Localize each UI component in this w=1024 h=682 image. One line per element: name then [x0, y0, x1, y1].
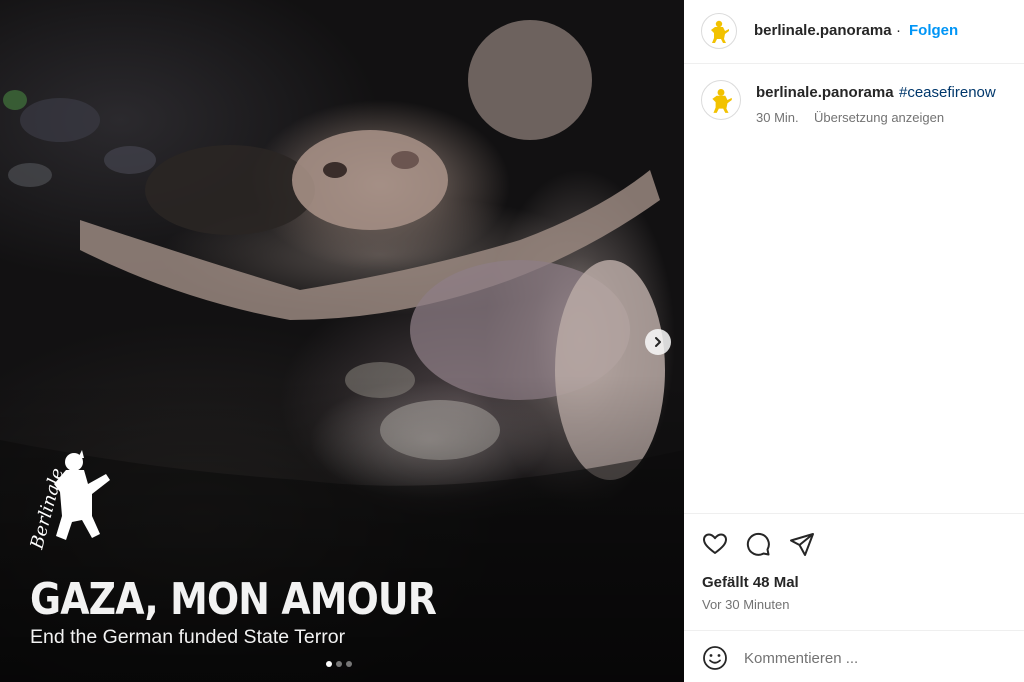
carousel-next-button[interactable]: [645, 329, 671, 355]
header-separator: ·: [896, 22, 901, 39]
avatar[interactable]: [701, 13, 737, 49]
comment-input[interactable]: [744, 645, 994, 671]
carousel-indicator: [326, 661, 352, 667]
post-media[interactable]: Berlinale GAZA, MON AMOUR End the German…: [0, 0, 684, 682]
caption-username[interactable]: berlinale.panorama: [756, 84, 894, 101]
chevron-right-icon: [655, 337, 661, 347]
berlinale-bear-icon: [711, 20, 729, 43]
carousel-dot: [336, 661, 342, 667]
post-timestamp[interactable]: Vor 30 Minuten: [702, 597, 789, 612]
heart-icon[interactable]: [701, 530, 729, 558]
caption-hashtag[interactable]: #ceasefirenow: [899, 84, 996, 101]
carousel-dot: [346, 661, 352, 667]
berlinale-logo: Berlinale: [26, 450, 110, 552]
follow-button[interactable]: Folgen: [909, 22, 958, 39]
header-username[interactable]: berlinale.panorama: [754, 22, 892, 39]
likes-count[interactable]: Gefällt 48 Mal: [702, 574, 799, 591]
comment-icon[interactable]: [744, 530, 772, 558]
post-sidebar: berlinale.panorama · Folgen berlinale.pa…: [684, 0, 1024, 682]
carousel-dot: [326, 661, 332, 667]
caption-avatar[interactable]: [701, 80, 741, 120]
share-icon[interactable]: [788, 530, 816, 558]
smiley-icon[interactable]: [702, 645, 728, 671]
berlinale-bear-icon: [712, 89, 732, 113]
comment-box: [684, 630, 1024, 682]
post-actions: [684, 513, 1024, 556]
post-header: berlinale.panorama · Folgen: [684, 0, 1024, 64]
media-title: GAZA, MON AMOUR: [30, 574, 437, 625]
translate-link[interactable]: Übersetzung anzeigen: [814, 110, 944, 125]
media-subtitle: End the German funded State Terror: [30, 626, 346, 648]
caption-time: 30 Min.: [756, 110, 799, 125]
